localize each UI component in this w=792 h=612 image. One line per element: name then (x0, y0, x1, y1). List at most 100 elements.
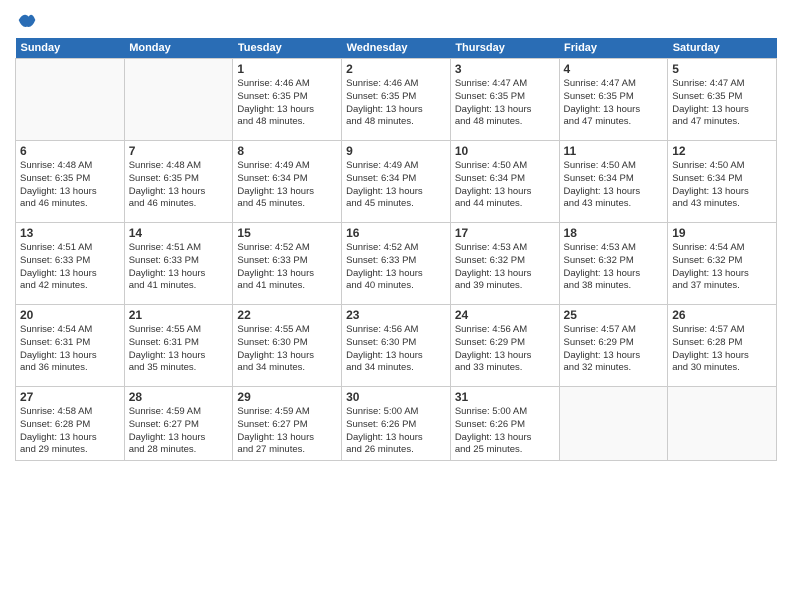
calendar-cell: 11 Sunrise: 4:50 AMSunset: 6:34 PMDayligh… (559, 141, 668, 223)
calendar-cell: 15 Sunrise: 4:52 AMSunset: 6:33 PMDayligh… (233, 223, 342, 305)
calendar-week-row: 13 Sunrise: 4:51 AMSunset: 6:33 PMDayligh… (16, 223, 777, 305)
calendar-cell: 2Sunrise: 4:46 AMSunset: 6:35 PMDaylight… (342, 59, 451, 141)
calendar-cell: 30 Sunrise: 5:00 AMSunset: 6:26 PMDayligh… (342, 387, 451, 461)
day-info: Sunrise: 4:57 AMSunset: 6:29 PMDaylight:… (564, 324, 664, 375)
day-number: 11 (564, 144, 664, 158)
day-number: 25 (564, 308, 664, 322)
day-number: 18 (564, 226, 664, 240)
day-info: Sunrise: 4:57 AMSunset: 6:28 PMDaylight:… (672, 324, 772, 375)
day-number: 4 (564, 62, 664, 76)
calendar-cell: 16 Sunrise: 4:52 AMSunset: 6:33 PMDayligh… (342, 223, 451, 305)
day-number: 2 (346, 62, 446, 76)
calendar-cell: 13 Sunrise: 4:51 AMSunset: 6:33 PMDayligh… (16, 223, 125, 305)
day-number: 8 (237, 144, 337, 158)
calendar-cell: 23 Sunrise: 4:56 AMSunset: 6:30 PMDayligh… (342, 305, 451, 387)
day-info: Sunrise: 4:49 AMSunset: 6:34 PMDaylight:… (237, 160, 337, 211)
day-info: Sunrise: 4:56 AMSunset: 6:30 PMDaylight:… (346, 324, 446, 375)
day-number: 27 (20, 390, 120, 404)
day-number: 30 (346, 390, 446, 404)
day-info: Sunrise: 4:47 AMSunset: 6:35 PMDaylight:… (672, 78, 772, 129)
calendar-cell (668, 387, 777, 461)
weekday-header: Tuesday (233, 38, 342, 59)
day-number: 21 (129, 308, 229, 322)
calendar-cell: 18 Sunrise: 4:53 AMSunset: 6:32 PMDayligh… (559, 223, 668, 305)
calendar-cell: 4 Sunrise: 4:47 AMSunset: 6:35 PMDaylight… (559, 59, 668, 141)
day-info: Sunrise: 4:59 AMSunset: 6:27 PMDaylight:… (129, 406, 229, 457)
page: SundayMondayTuesdayWednesdayThursdayFrid… (0, 0, 792, 612)
calendar-cell: 1 Sunrise: 4:46 AMSunset: 6:35 PMDaylight… (233, 59, 342, 141)
day-info: Sunrise: 4:53 AMSunset: 6:32 PMDaylight:… (564, 242, 664, 293)
calendar-cell: 10 Sunrise: 4:50 AMSunset: 6:34 PMDayligh… (450, 141, 559, 223)
day-info: Sunrise: 4:46 AMSunset: 6:35 PMDaylight:… (237, 78, 337, 129)
calendar-cell: 6Sunrise: 4:48 AMSunset: 6:35 PMDaylight… (16, 141, 125, 223)
day-number: 5 (672, 62, 772, 76)
calendar-cell: 27 Sunrise: 4:58 AMSunset: 6:28 PMDayligh… (16, 387, 125, 461)
weekday-header: Thursday (450, 38, 559, 59)
calendar-cell: 25 Sunrise: 4:57 AMSunset: 6:29 PMDayligh… (559, 305, 668, 387)
calendar-cell: 19Sunrise: 4:54 AMSunset: 6:32 PMDayligh… (668, 223, 777, 305)
calendar-cell: 21 Sunrise: 4:55 AMSunset: 6:31 PMDayligh… (124, 305, 233, 387)
day-number: 12 (672, 144, 772, 158)
day-info: Sunrise: 4:47 AMSunset: 6:35 PMDaylight:… (455, 78, 555, 129)
calendar-cell: 20Sunrise: 4:54 AMSunset: 6:31 PMDayligh… (16, 305, 125, 387)
day-number: 6 (20, 144, 120, 158)
header (15, 10, 777, 30)
day-info: Sunrise: 4:51 AMSunset: 6:33 PMDaylight:… (20, 242, 120, 293)
calendar-cell: 5 Sunrise: 4:47 AMSunset: 6:35 PMDaylight… (668, 59, 777, 141)
day-number: 29 (237, 390, 337, 404)
day-info: Sunrise: 4:55 AMSunset: 6:31 PMDaylight:… (129, 324, 229, 375)
day-number: 15 (237, 226, 337, 240)
calendar-cell: 7Sunrise: 4:48 AMSunset: 6:35 PMDaylight… (124, 141, 233, 223)
day-info: Sunrise: 4:50 AMSunset: 6:34 PMDaylight:… (564, 160, 664, 211)
calendar-cell: 12 Sunrise: 4:50 AMSunset: 6:34 PMDayligh… (668, 141, 777, 223)
day-number: 26 (672, 308, 772, 322)
day-number: 17 (455, 226, 555, 240)
day-info: Sunrise: 4:52 AMSunset: 6:33 PMDaylight:… (237, 242, 337, 293)
day-info: Sunrise: 4:58 AMSunset: 6:28 PMDaylight:… (20, 406, 120, 457)
day-number: 22 (237, 308, 337, 322)
day-number: 16 (346, 226, 446, 240)
day-info: Sunrise: 4:47 AMSunset: 6:35 PMDaylight:… (564, 78, 664, 129)
day-info: Sunrise: 4:52 AMSunset: 6:33 PMDaylight:… (346, 242, 446, 293)
calendar-cell: 22 Sunrise: 4:55 AMSunset: 6:30 PMDayligh… (233, 305, 342, 387)
weekday-header: Saturday (668, 38, 777, 59)
calendar-table: SundayMondayTuesdayWednesdayThursdayFrid… (15, 38, 777, 461)
day-number: 7 (129, 144, 229, 158)
weekday-header: Monday (124, 38, 233, 59)
day-number: 1 (237, 62, 337, 76)
calendar-week-row: 27 Sunrise: 4:58 AMSunset: 6:28 PMDayligh… (16, 387, 777, 461)
calendar-cell: 31 Sunrise: 5:00 AMSunset: 6:26 PMDayligh… (450, 387, 559, 461)
calendar-cell: 8 Sunrise: 4:49 AMSunset: 6:34 PMDaylight… (233, 141, 342, 223)
logo-icon (17, 10, 37, 30)
day-info: Sunrise: 4:51 AMSunset: 6:33 PMDaylight:… (129, 242, 229, 293)
calendar-cell: 14 Sunrise: 4:51 AMSunset: 6:33 PMDayligh… (124, 223, 233, 305)
day-number: 28 (129, 390, 229, 404)
day-info: Sunrise: 4:59 AMSunset: 6:27 PMDaylight:… (237, 406, 337, 457)
day-number: 13 (20, 226, 120, 240)
weekday-header: Wednesday (342, 38, 451, 59)
day-number: 3 (455, 62, 555, 76)
day-info: Sunrise: 4:50 AMSunset: 6:34 PMDaylight:… (455, 160, 555, 211)
day-info: Sunrise: 4:55 AMSunset: 6:30 PMDaylight:… (237, 324, 337, 375)
day-info: Sunrise: 5:00 AMSunset: 6:26 PMDaylight:… (455, 406, 555, 457)
calendar-cell (559, 387, 668, 461)
day-info: Sunrise: 4:49 AMSunset: 6:34 PMDaylight:… (346, 160, 446, 211)
calendar-week-row: 20Sunrise: 4:54 AMSunset: 6:31 PMDayligh… (16, 305, 777, 387)
day-info: Sunrise: 4:50 AMSunset: 6:34 PMDaylight:… (672, 160, 772, 211)
calendar-cell: 28 Sunrise: 4:59 AMSunset: 6:27 PMDayligh… (124, 387, 233, 461)
day-number: 9 (346, 144, 446, 158)
calendar-header-row: SundayMondayTuesdayWednesdayThursdayFrid… (16, 38, 777, 59)
calendar-cell: 29 Sunrise: 4:59 AMSunset: 6:27 PMDayligh… (233, 387, 342, 461)
weekday-header: Sunday (16, 38, 125, 59)
day-info: Sunrise: 4:56 AMSunset: 6:29 PMDaylight:… (455, 324, 555, 375)
weekday-header: Friday (559, 38, 668, 59)
day-number: 10 (455, 144, 555, 158)
day-number: 23 (346, 308, 446, 322)
day-number: 31 (455, 390, 555, 404)
day-number: 24 (455, 308, 555, 322)
day-number: 14 (129, 226, 229, 240)
day-info: Sunrise: 5:00 AMSunset: 6:26 PMDaylight:… (346, 406, 446, 457)
calendar-week-row: 1 Sunrise: 4:46 AMSunset: 6:35 PMDaylight… (16, 59, 777, 141)
calendar-cell: 24 Sunrise: 4:56 AMSunset: 6:29 PMDayligh… (450, 305, 559, 387)
calendar-cell (16, 59, 125, 141)
